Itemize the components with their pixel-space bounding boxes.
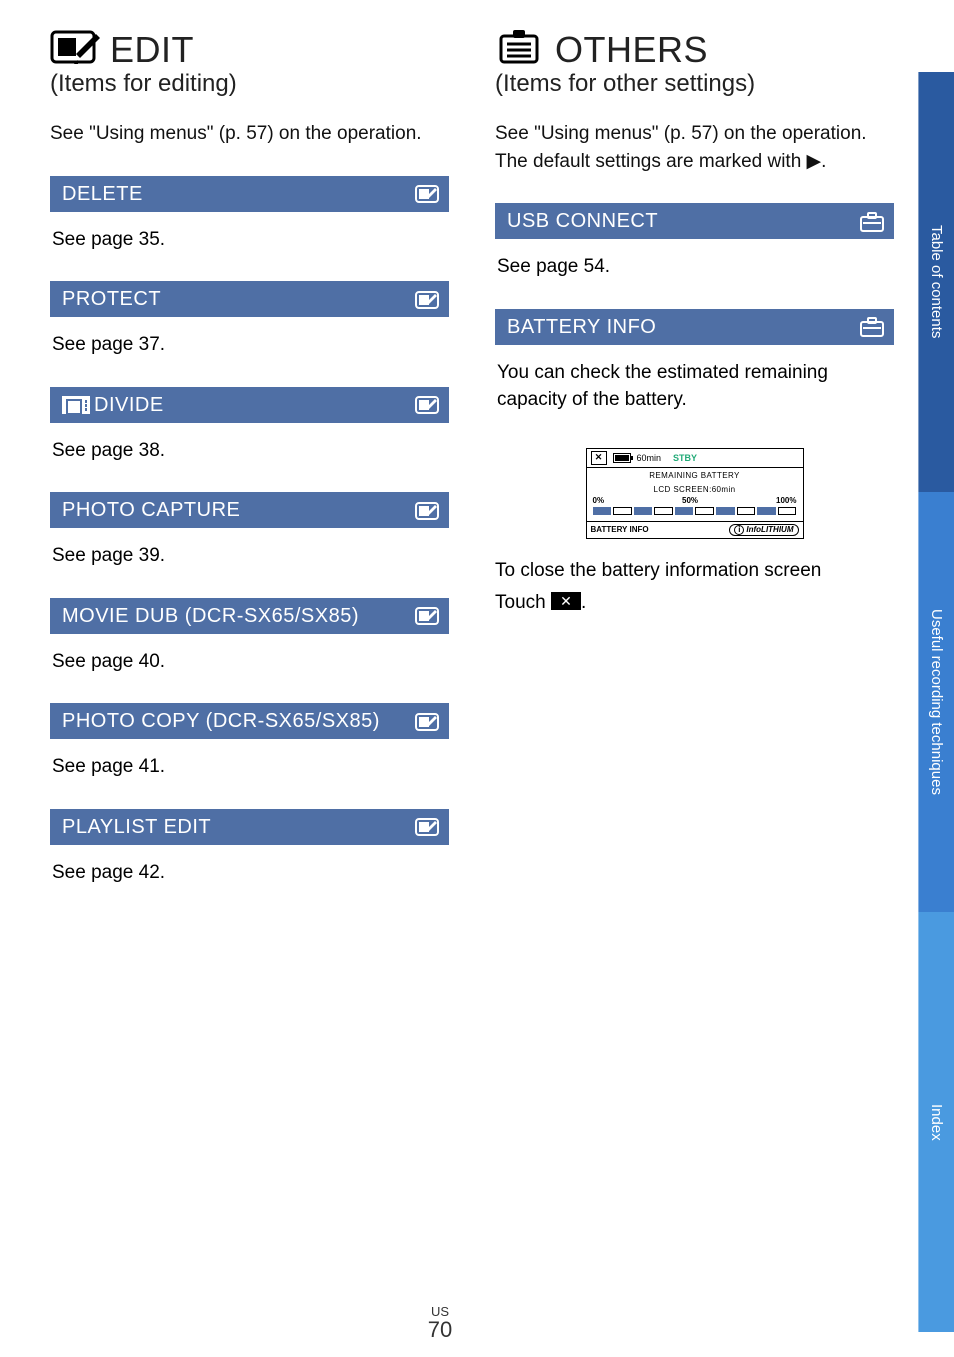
play-edit-icon <box>415 184 439 204</box>
usb-connect-body: See page 54. <box>495 239 894 309</box>
close-x-button-icon: ✕ <box>551 592 581 610</box>
battery-gauge <box>587 505 803 521</box>
menu-item-usb-connect: USB CONNECT <box>495 203 894 239</box>
item-body: See page 38. <box>50 423 449 493</box>
menu-item-delete: DELETE <box>50 176 449 212</box>
others-title: OTHERS <box>555 32 708 68</box>
others-section: OTHERS (Items for other settings) See "U… <box>495 28 894 1357</box>
others-icon <box>495 28 547 68</box>
edit-items: DELETESee page 35.PROTECTSee page 37.DIV… <box>50 176 449 915</box>
edit-subtitle: (Items for editing) <box>50 70 449 98</box>
battery-time: 60min <box>637 453 662 463</box>
edit-title: EDIT <box>110 32 194 68</box>
side-tabs: Table of contents Useful recording techn… <box>918 0 954 1357</box>
menu-item-playlist-edit: PLAYLIST EDIT <box>50 809 449 845</box>
edit-intro: See "Using menus" (p. 57) on the operati… <box>50 120 449 148</box>
menu-item-divide: DIVIDE <box>50 387 449 423</box>
page-number: US 70 <box>0 1304 880 1343</box>
item-body: See page 39. <box>50 528 449 598</box>
play-edit-icon <box>415 712 439 732</box>
infolithium-badge: iInfoLITHIUM <box>729 524 798 536</box>
battery-icon <box>613 453 631 463</box>
menu-item-protect: PROTECT <box>50 281 449 317</box>
edit-icon <box>50 28 102 68</box>
play-edit-icon <box>415 395 439 415</box>
menu-item-photo-copy-dcr-sx65-sx85: PHOTO COPY (DCR-SX65/SX85) <box>50 703 449 739</box>
close-icon: ✕ <box>591 451 607 465</box>
play-edit-icon <box>415 290 439 310</box>
close-heading: To close the battery information screen <box>495 557 894 586</box>
menu-item-battery-info: BATTERY INFO <box>495 309 894 345</box>
item-body: See page 37. <box>50 317 449 387</box>
item-body: See page 41. <box>50 739 449 809</box>
play-edit-icon <box>415 501 439 521</box>
tab-useful-recording[interactable]: Useful recording techniques <box>918 492 954 912</box>
menu-item-movie-dub-dcr-sx65-sx85: MOVIE DUB (DCR-SX65/SX85) <box>50 598 449 634</box>
menu-item-photo-capture: PHOTO CAPTURE <box>50 492 449 528</box>
tab-index[interactable]: Index <box>918 912 954 1332</box>
item-body: See page 35. <box>50 212 449 282</box>
toolbox-icon <box>860 212 884 232</box>
others-intro: See "Using menus" (p. 57) on the operati… <box>495 120 894 175</box>
play-edit-icon <box>415 817 439 837</box>
play-edit-icon <box>415 606 439 626</box>
item-body: See page 40. <box>50 634 449 704</box>
battery-info-body: You can check the estimated remaining ca… <box>495 345 894 442</box>
others-subtitle: (Items for other settings) <box>495 70 894 98</box>
battery-info-screen: ✕ 60min STBY REMAINING BATTERY LCD SCREE… <box>586 448 804 539</box>
remaining-battery-label: REMAINING BATTERY <box>587 468 803 482</box>
edit-section: EDIT (Items for editing) See "Using menu… <box>50 28 449 1357</box>
battery-info-footer: BATTERY INFO <box>591 525 649 534</box>
item-body: See page 42. <box>50 845 449 915</box>
divide-prefix-icon <box>62 396 90 414</box>
lcd-screen-label: LCD SCREEN:60min <box>587 482 803 496</box>
stby-label: STBY <box>673 453 697 463</box>
close-instruction: Touch ✕. <box>495 589 894 618</box>
tab-table-of-contents[interactable]: Table of contents <box>918 72 954 492</box>
others-items: USB CONNECT See page 54. BATTERY INFO Yo… <box>495 203 894 618</box>
toolbox-icon <box>860 317 884 337</box>
